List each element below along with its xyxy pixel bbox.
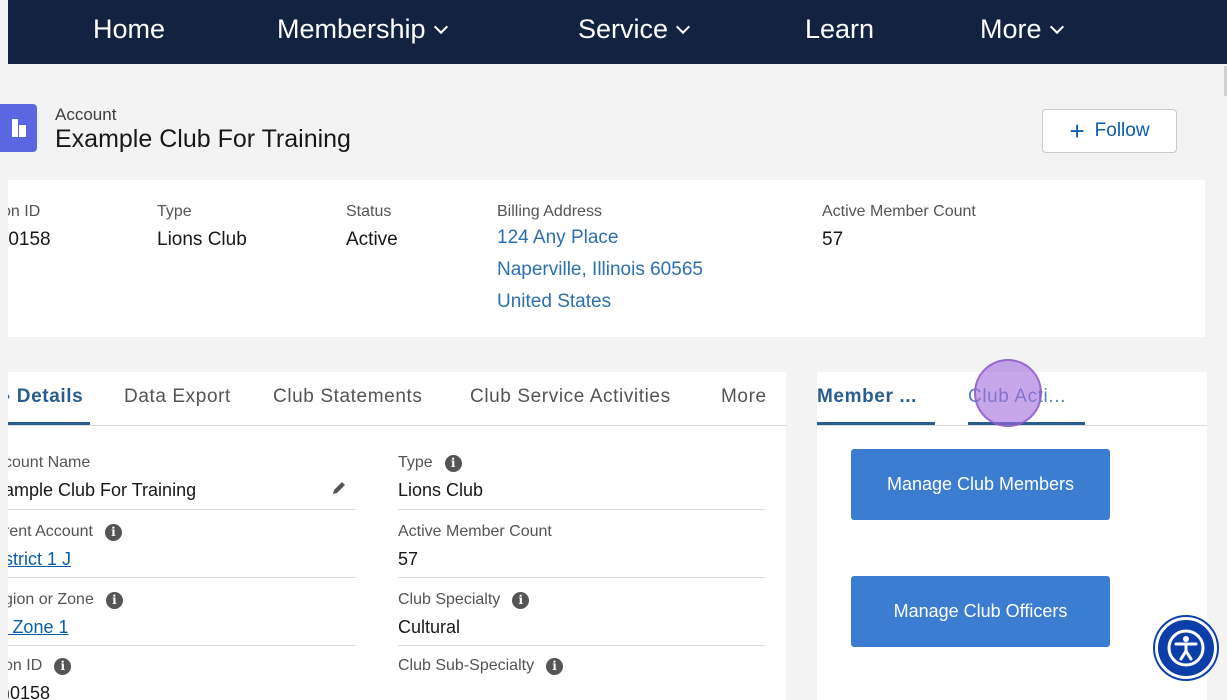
tab-club-service-activities[interactable]: Club Service Activities xyxy=(470,386,671,408)
nav-membership[interactable]: Membership xyxy=(277,14,448,45)
building-icon xyxy=(0,104,37,152)
tab-member[interactable]: Member ... xyxy=(817,386,917,408)
nav-more-label: More xyxy=(980,14,1042,44)
info-icon[interactable]: i xyxy=(54,657,72,675)
tab-indicator xyxy=(817,422,935,425)
manage-club-members-button[interactable]: Manage Club Members xyxy=(851,449,1110,520)
active-tab-indicator xyxy=(968,422,1085,425)
nav-home-label: Home xyxy=(93,14,166,44)
record-object-label: Account xyxy=(55,105,117,124)
record-tabs: › Details Data Export Club Statements Cl… xyxy=(8,372,786,426)
region-zone-link[interactable]: ' Zone 1 xyxy=(8,617,123,638)
field-id: on ID i )0158 xyxy=(8,657,72,700)
field-active-member-count: Active Member Count 57 xyxy=(398,523,552,569)
billing-address-link[interactable]: 124 Any Place Naperville, Illinois 60565… xyxy=(497,223,703,317)
info-icon[interactable]: i xyxy=(444,454,462,472)
details-panel: › Details Data Export Club Statements Cl… xyxy=(8,372,786,700)
field-account-name: count Name ample Club For Training xyxy=(8,454,197,500)
tab-data-export[interactable]: Data Export xyxy=(124,386,231,408)
nav-service[interactable]: Service xyxy=(578,14,691,45)
highlight-billing-address: Billing Address 124 Any Place Naperville… xyxy=(497,203,703,317)
edit-pencil-icon[interactable] xyxy=(332,481,346,495)
page-title: Example Club For Training xyxy=(55,125,351,153)
highlight-status: Status Active xyxy=(346,203,398,250)
parent-account-link[interactable]: strict 1 J xyxy=(8,549,122,570)
info-icon[interactable]: i xyxy=(546,657,564,675)
highlight-type: Type Lions Club xyxy=(157,203,247,250)
highlights-panel: on ID )0158 Type Lions Club Status Activ… xyxy=(8,180,1205,337)
top-navigation-bar: Home Membership Service Learn More xyxy=(8,0,1227,64)
tab-more[interactable]: More xyxy=(721,386,767,408)
highlight-id: on ID )0158 xyxy=(8,203,51,250)
nav-learn-label: Learn xyxy=(805,14,875,44)
follow-button-label: Follow xyxy=(1094,120,1150,141)
info-icon[interactable]: i xyxy=(512,591,530,609)
info-icon[interactable]: i xyxy=(105,591,123,609)
tab-details[interactable]: › Details xyxy=(8,386,83,408)
chevron-down-icon xyxy=(675,19,691,34)
nav-learn[interactable]: Learn xyxy=(805,14,874,45)
field-region-or-zone: gion or Zone i ' Zone 1 xyxy=(8,591,123,638)
field-parent-account: rent Account i strict 1 J xyxy=(8,523,122,570)
active-tab-indicator xyxy=(8,422,90,425)
nav-membership-label: Membership xyxy=(277,14,426,44)
plus-icon: + xyxy=(1069,116,1085,146)
field-type: Type i Lions Club xyxy=(398,454,484,500)
tab-club-statements[interactable]: Club Statements xyxy=(273,386,422,408)
chevron-down-icon xyxy=(1049,19,1064,34)
nav-more[interactable]: More xyxy=(980,14,1064,45)
accessibility-icon[interactable] xyxy=(1155,617,1217,679)
nav-service-label: Service xyxy=(578,14,669,44)
field-club-specialty: Club Specialty i Cultural xyxy=(398,591,530,638)
info-icon[interactable]: i xyxy=(104,523,122,541)
manage-club-officers-button[interactable]: Manage Club Officers xyxy=(851,576,1110,647)
field-club-sub-specialty: Club Sub-Specialty i xyxy=(398,657,564,675)
nav-home[interactable]: Home xyxy=(93,14,165,45)
follow-button[interactable]: + Follow xyxy=(1042,109,1177,153)
highlight-active-member-count: Active Member Count 57 xyxy=(822,203,976,250)
chevron-down-icon xyxy=(433,19,448,34)
click-indicator xyxy=(974,359,1042,427)
accessibility-figure-icon xyxy=(1167,629,1205,667)
